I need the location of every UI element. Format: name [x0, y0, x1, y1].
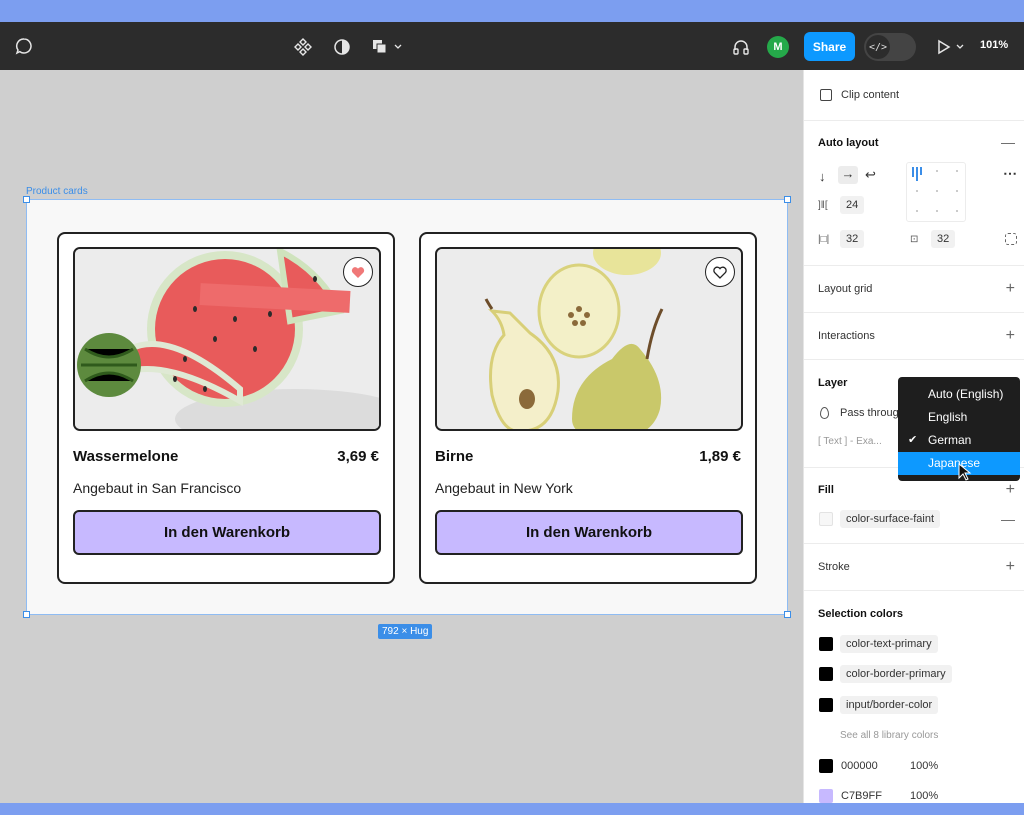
stroke-title: Stroke — [818, 561, 850, 573]
boolean-ops-icon[interactable] — [370, 36, 404, 58]
fill-token[interactable]: color-surface-faint — [840, 510, 941, 528]
dropdown-item-label: German — [928, 433, 972, 447]
product-name: Wassermelone — [73, 448, 179, 465]
resize-handle[interactable] — [23, 611, 30, 618]
color-swatch[interactable] — [819, 789, 833, 803]
mouse-pointer-icon — [958, 462, 972, 486]
add-to-cart-button[interactable]: In den Warenkorb — [435, 510, 743, 555]
direction-horizontal-icon[interactable]: → — [838, 166, 858, 184]
dev-mode-toggle[interactable]: </> — [864, 33, 916, 61]
dropdown-item-label: Japanese — [928, 456, 981, 470]
horizontal-padding-input[interactable]: 32 — [840, 230, 865, 248]
dropdown-item[interactable]: Auto (English) — [898, 383, 1020, 406]
add-to-cart-button[interactable]: In den Warenkorb — [73, 510, 381, 555]
auto-layout-section: Auto layout — ↓ → ↩ ⋯ ]‖[ 24 |□| 32 ⊡ 32 — [804, 120, 1024, 265]
color-token[interactable]: input/border-color — [840, 696, 939, 714]
layer-title: Layer — [818, 377, 848, 389]
frame-label[interactable]: Product cards — [26, 186, 88, 197]
share-button[interactable]: Share — [804, 32, 855, 61]
clip-content-checkbox[interactable] — [820, 89, 832, 101]
favorite-button[interactable] — [343, 257, 373, 287]
vertical-padding-icon: ⊡ — [910, 234, 919, 245]
headphones-icon[interactable] — [730, 36, 752, 58]
clip-content-label: Clip content — [841, 89, 900, 101]
dropdown-item-label: English — [928, 410, 968, 424]
code-icon: </> — [866, 35, 890, 59]
product-cards-frame[interactable]: Wassermelone 3,69 € Angebaut in San Fran… — [23, 196, 791, 618]
present-play-icon[interactable] — [934, 36, 968, 58]
opacity-value[interactable]: 100% — [910, 790, 938, 802]
blend-mode-icon — [820, 407, 829, 419]
resize-handle[interactable] — [784, 196, 791, 203]
blend-mode-select[interactable]: Pass throug — [840, 407, 899, 419]
add-stroke-button[interactable]: + — [1006, 559, 1015, 575]
heart-filled-icon — [351, 266, 365, 278]
user-avatar[interactable]: M — [767, 36, 789, 58]
comment-icon[interactable] — [14, 36, 34, 56]
favorite-button[interactable] — [705, 257, 735, 287]
color-swatch[interactable] — [819, 637, 833, 651]
hex-value[interactable]: C7B9FF — [841, 790, 882, 802]
product-origin: Angebaut in San Francisco — [73, 480, 242, 496]
resize-handle[interactable] — [23, 196, 30, 203]
size-badge: 792 × Hug — [378, 624, 433, 639]
remove-fill-button[interactable]: — — [1001, 512, 1015, 526]
add-layout-grid-button[interactable]: + — [1006, 281, 1015, 297]
product-name: Birne — [435, 448, 474, 465]
alignment-grid[interactable] — [906, 162, 966, 222]
add-interaction-button[interactable]: + — [1006, 328, 1015, 344]
selection-colors-title: Selection colors — [818, 608, 903, 620]
checkmark-icon: ✔ — [908, 434, 918, 446]
horizontal-padding-icon: |□| — [818, 234, 830, 245]
interactions-title: Interactions — [818, 330, 875, 342]
wrap-icon[interactable]: ↩ — [865, 167, 876, 183]
fill-swatch[interactable] — [819, 512, 833, 526]
color-swatch[interactable] — [819, 698, 833, 712]
fill-title: Fill — [818, 484, 834, 496]
top-toolbar: M Share </> 101% — [0, 22, 1024, 70]
layout-grid-section: Layout grid + — [804, 265, 1024, 312]
hex-value[interactable]: 000000 — [841, 760, 878, 772]
gap-input[interactable]: 24 — [840, 196, 865, 214]
pear-image — [435, 247, 743, 431]
design-canvas[interactable]: Product cards Wassermelone 3,69 € Angeba… — [0, 70, 803, 803]
product-price: 3,69 € — [337, 448, 379, 465]
see-all-colors-link[interactable]: See all 8 library colors — [840, 730, 938, 741]
color-swatch[interactable] — [819, 759, 833, 773]
zoom-level[interactable]: 101% — [980, 39, 1008, 51]
auto-layout-title: Auto layout — [818, 137, 879, 149]
watermelon-image — [73, 247, 381, 431]
gap-icon: ]‖[ — [818, 200, 828, 211]
opacity-value[interactable]: 100% — [910, 760, 938, 772]
heart-outline-icon — [713, 266, 727, 279]
color-token[interactable]: color-border-primary — [840, 665, 952, 683]
product-card[interactable]: Wassermelone 3,69 € Angebaut in San Fran… — [57, 232, 395, 584]
dropdown-item[interactable]: English — [898, 406, 1020, 429]
product-origin: Angebaut in New York — [435, 480, 573, 496]
dropdown-item-label: Auto (English) — [928, 387, 1004, 401]
component-icon[interactable] — [292, 36, 314, 58]
product-card[interactable]: Birne 1,89 € Angebaut in New York In den… — [419, 232, 757, 584]
vertical-padding-input[interactable]: 32 — [931, 230, 956, 248]
remove-auto-layout-button[interactable]: — — [1001, 135, 1015, 149]
direction-vertical-icon[interactable]: ↓ — [819, 169, 826, 184]
interactions-section: Interactions + — [804, 312, 1024, 359]
independent-padding-icon[interactable] — [1005, 233, 1017, 245]
layout-grid-title: Layout grid — [818, 283, 873, 295]
selection-colors-section: Selection colors color-text-primary colo… — [804, 590, 1024, 803]
add-fill-button[interactable]: + — [1006, 482, 1015, 498]
resize-handle[interactable] — [784, 611, 791, 618]
text-style-row[interactable]: [ Text ] - Exa... — [818, 436, 882, 447]
more-options-icon[interactable]: ⋯ — [1003, 165, 1017, 182]
dropdown-item[interactable]: ✔ German — [898, 429, 1020, 452]
color-token[interactable]: color-text-primary — [840, 635, 938, 653]
contrast-icon[interactable] — [331, 36, 353, 58]
color-swatch[interactable] — [819, 667, 833, 681]
app-window: M Share </> 101% Product cards Wassermel… — [0, 22, 1024, 803]
product-price: 1,89 € — [699, 448, 741, 465]
stroke-section: Stroke + — [804, 543, 1024, 590]
